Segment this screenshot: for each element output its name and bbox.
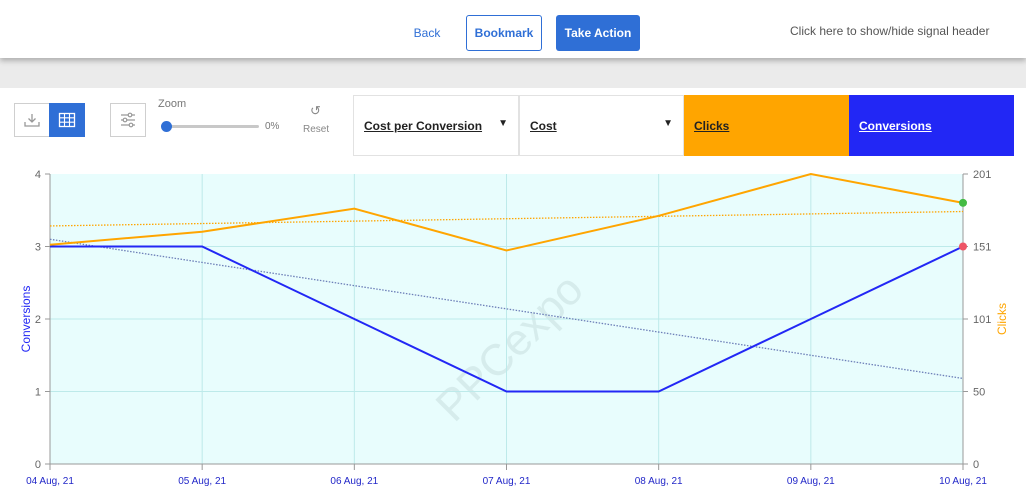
caret-down-icon: ▼ [663, 118, 673, 129]
y-left-tick-label: 4 [35, 169, 41, 181]
download-button[interactable] [14, 103, 50, 137]
top-action-bar: Back Bookmark Take Action Click here to … [0, 0, 1026, 58]
y-left-tick-label: 3 [35, 242, 41, 254]
y-right-tick-label: 0 [973, 459, 979, 471]
signal-header-toggle[interactable]: Click here to show/hide signal header [790, 24, 1010, 38]
table-icon [58, 112, 76, 128]
caret-down-icon: ▼ [498, 118, 508, 129]
dual-axis-line-chart: PPCexpo 0123405010115120104 Aug, 21 05 Au… [19, 169, 1009, 487]
clicks-end-marker [959, 198, 967, 207]
take-action-button[interactable]: Take Action [556, 15, 640, 51]
y-right-tick-label: 201 [973, 169, 991, 181]
table-view-button[interactable] [49, 103, 85, 137]
metric-tab-conversions[interactable]: Conversions [849, 95, 1014, 156]
bookmark-button[interactable]: Bookmark [466, 15, 542, 51]
y-right-tick-label: 151 [973, 242, 991, 254]
x-tick-label: 10 Aug, 21 [939, 476, 987, 487]
y-right-tick-label: 50 [973, 387, 985, 399]
x-tick-label: 08 Aug, 21 [635, 476, 683, 487]
metric-select-cost[interactable]: Cost ▼ [519, 95, 684, 156]
chart-settings-button[interactable] [110, 103, 146, 137]
header-divider-band [0, 58, 1026, 88]
x-tick-label: 05 Aug, 21 [178, 476, 226, 487]
y-right-tick-label: 101 [973, 314, 991, 326]
metric-select-label: Cost per Conversion [364, 118, 483, 133]
metric-select-cost-per-conversion[interactable]: Cost per Conversion ▼ [353, 95, 519, 156]
metric-select-label: Cost [530, 118, 557, 133]
chart-toolbar: Zoom 0% ↺ Reset Cost per Conversion ▼ Co… [0, 88, 1026, 158]
y-left-tick-label: 0 [35, 459, 41, 471]
metric-tab-clicks[interactable]: Clicks [684, 95, 849, 156]
sliders-icon [121, 112, 135, 128]
x-tick-label: 09 Aug, 21 [787, 476, 835, 487]
x-tick-label: 04 Aug, 21 [26, 476, 74, 487]
back-button[interactable]: Back [402, 15, 452, 51]
x-tick-label: 07 Aug, 21 [483, 476, 531, 487]
x-tick-label: 06 Aug, 21 [330, 476, 378, 487]
y-left-tick-label: 2 [35, 314, 41, 326]
zoom-label: Zoom [158, 98, 187, 110]
y-left-tick-label: 1 [35, 387, 41, 399]
zoom-slider-handle[interactable] [161, 121, 172, 132]
metric-tab-label: Clicks [694, 118, 730, 133]
y-left-axis-title: Conversions [19, 286, 33, 353]
metric-tab-label: Conversions [859, 118, 932, 133]
conversions-end-marker [959, 242, 967, 251]
zoom-slider-track[interactable] [166, 125, 259, 128]
download-icon [24, 114, 40, 127]
reset-button[interactable]: Reset [303, 124, 329, 135]
reset-icon[interactable]: ↺ [310, 103, 321, 119]
y-right-axis-title: Clicks [995, 303, 1009, 335]
zoom-value: 0% [265, 121, 280, 132]
